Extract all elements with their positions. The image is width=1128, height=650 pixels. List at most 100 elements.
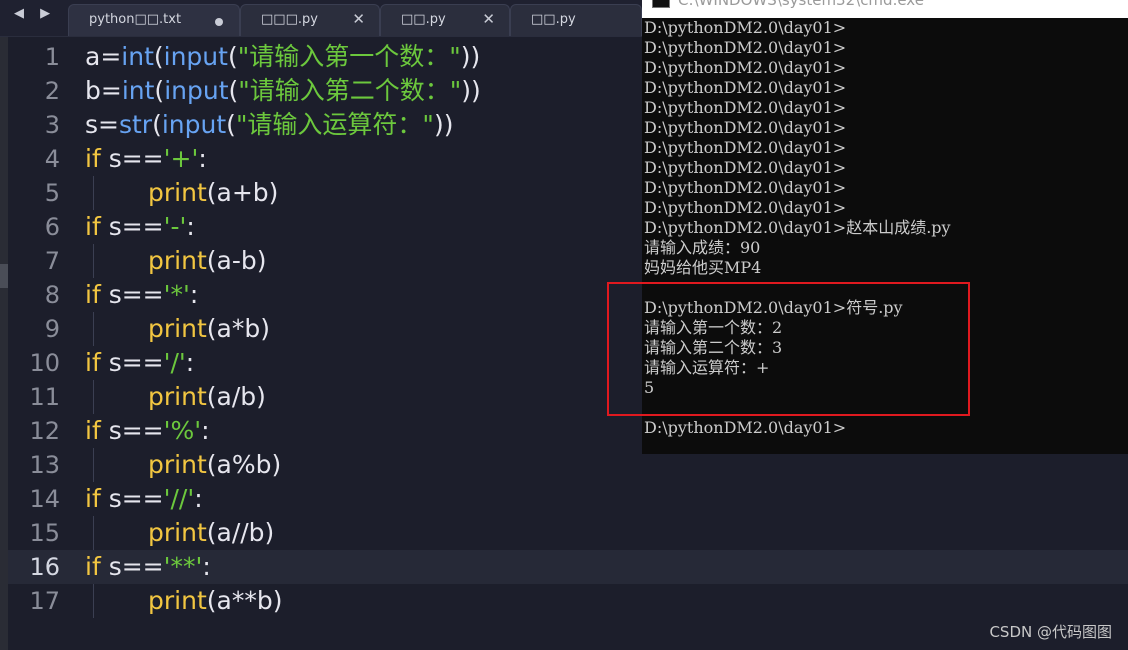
- token-text: :: [198, 144, 207, 173]
- console-line: D:\pythonDM2.0\day01>: [644, 158, 847, 177]
- code-text: if s=='//':: [85, 482, 203, 516]
- code-line[interactable]: 15 print(a//b): [8, 516, 1128, 550]
- close-icon[interactable]: ✕: [482, 10, 495, 28]
- token-text: :: [186, 212, 195, 241]
- code-text: print(a%b): [148, 448, 281, 482]
- token-kw: if: [85, 484, 101, 513]
- left-strip: [0, 37, 8, 650]
- token-text: :: [185, 348, 195, 377]
- token-text: (: [152, 110, 162, 139]
- tab-nav-arrows[interactable]: ◀ ▶: [14, 6, 56, 21]
- token-pr: print: [148, 178, 207, 207]
- line-number: 10: [29, 349, 60, 377]
- indent-guide: [93, 448, 94, 482]
- code-line[interactable]: 14 if s=='//':: [8, 482, 1128, 516]
- token-text: (a**b): [206, 586, 283, 615]
- console-line: D:\pythonDM2.0\day01>: [644, 58, 847, 77]
- code-line[interactable]: 17 print(a**b): [8, 584, 1128, 618]
- line-number: 8: [44, 281, 60, 309]
- token-str: '**': [163, 552, 203, 581]
- token-fn: input: [163, 42, 228, 71]
- code-text: print(a//b): [148, 516, 274, 550]
- token-text: s==: [100, 212, 164, 241]
- console-line: 请输入成绩：90: [644, 238, 761, 257]
- token-text: (a//b): [206, 518, 275, 547]
- token-pr: print: [148, 246, 207, 275]
- code-text: if s=='%':: [85, 414, 210, 448]
- token-str: '%': [163, 416, 202, 445]
- token-text: s==: [100, 484, 164, 513]
- console-line: D:\pythonDM2.0\day01>: [644, 78, 847, 97]
- indent-guide: [93, 516, 94, 550]
- line-number: 4: [44, 145, 60, 173]
- token-str: '*': [163, 280, 190, 309]
- indent-guide: [93, 584, 94, 618]
- cmd-window-title: C:\WINDOWS\system32\cmd.exe: [678, 0, 924, 9]
- code-text: print(a+b): [148, 176, 278, 210]
- code-text: print(a-b): [148, 244, 266, 278]
- token-kw: if: [85, 280, 101, 309]
- token-fn: input: [164, 76, 229, 105]
- token-fn: input: [161, 110, 227, 139]
- token-text: s==: [100, 552, 164, 581]
- close-icon[interactable]: ✕: [352, 10, 365, 28]
- tab-python-txt[interactable]: python□□.txt: [68, 4, 240, 36]
- code-text: s=str(input("请输入运算符：")): [85, 108, 453, 142]
- line-number: 12: [29, 417, 60, 445]
- token-str: '/': [163, 348, 186, 377]
- code-text: if s=='**':: [85, 550, 211, 584]
- code-line[interactable]: 16 if s=='**':: [8, 550, 1128, 584]
- token-str: "请输入第二个数：": [238, 76, 462, 105]
- token-text: :: [194, 484, 203, 513]
- line-number: 14: [29, 485, 60, 513]
- token-kw: if: [85, 212, 101, 241]
- line-number: 6: [44, 213, 60, 241]
- token-str: "请输入第一个数：": [237, 42, 461, 71]
- line-number: 9: [44, 315, 60, 343]
- line-number: 17: [29, 587, 60, 615]
- console-line: D:\pythonDM2.0\day01>: [644, 38, 847, 57]
- line-number: 11: [29, 383, 60, 411]
- token-str: '//': [163, 484, 195, 513]
- token-text: b=: [85, 76, 122, 105]
- unsaved-dot-icon[interactable]: [215, 18, 223, 26]
- console-line: D:\pythonDM2.0\day01>: [644, 18, 847, 37]
- code-text: print(a*b): [148, 312, 270, 346]
- token-str: '-': [163, 212, 187, 241]
- token-pr: print: [148, 586, 207, 615]
- token-text: (: [228, 76, 239, 105]
- token-text: s==: [100, 280, 164, 309]
- tab-file-3[interactable]: □□.py ✕: [380, 4, 510, 36]
- console-line: 妈妈给他买MP4: [644, 258, 762, 277]
- line-number: 3: [44, 111, 60, 139]
- console-line: D:\pythonDM2.0\day01>: [644, 118, 847, 137]
- code-text: if s=='-':: [85, 210, 195, 244]
- tab-file-2[interactable]: □□□.py ✕: [240, 4, 380, 36]
- code-text: b=int(input("请输入第二个数：")): [85, 74, 481, 108]
- token-text: :: [201, 416, 210, 445]
- line-number: 16: [29, 553, 60, 581]
- indent-guide: [93, 380, 94, 414]
- console-line: D:\pythonDM2.0\day01>: [644, 138, 847, 157]
- line-number: 7: [44, 247, 60, 275]
- token-text: (a+b): [206, 178, 279, 207]
- indent-guide: [93, 312, 94, 346]
- code-text: if s=='/':: [85, 346, 194, 380]
- token-kw: if: [85, 348, 101, 377]
- code-text: print(a**b): [148, 584, 282, 618]
- token-fn: str: [118, 110, 153, 139]
- console-line: D:\pythonDM2.0\day01>: [644, 178, 847, 197]
- line-number: 15: [29, 519, 60, 547]
- token-text: (: [226, 110, 236, 139]
- token-pr: print: [148, 382, 207, 411]
- token-fn: int: [121, 76, 155, 105]
- token-pr: print: [148, 518, 207, 547]
- tab-file-4[interactable]: □□.py: [510, 4, 642, 36]
- line-number: 13: [29, 451, 60, 479]
- token-text: :: [189, 280, 199, 309]
- token-text: (a/b): [206, 382, 266, 411]
- tab-label: □□□.py: [261, 12, 318, 27]
- console-line: D:\pythonDM2.0\day01>: [644, 418, 847, 437]
- cmd-title-bar[interactable]: C:\WINDOWS\system32\cmd.exe: [642, 0, 1128, 18]
- code-text: if s=='+':: [85, 142, 207, 176]
